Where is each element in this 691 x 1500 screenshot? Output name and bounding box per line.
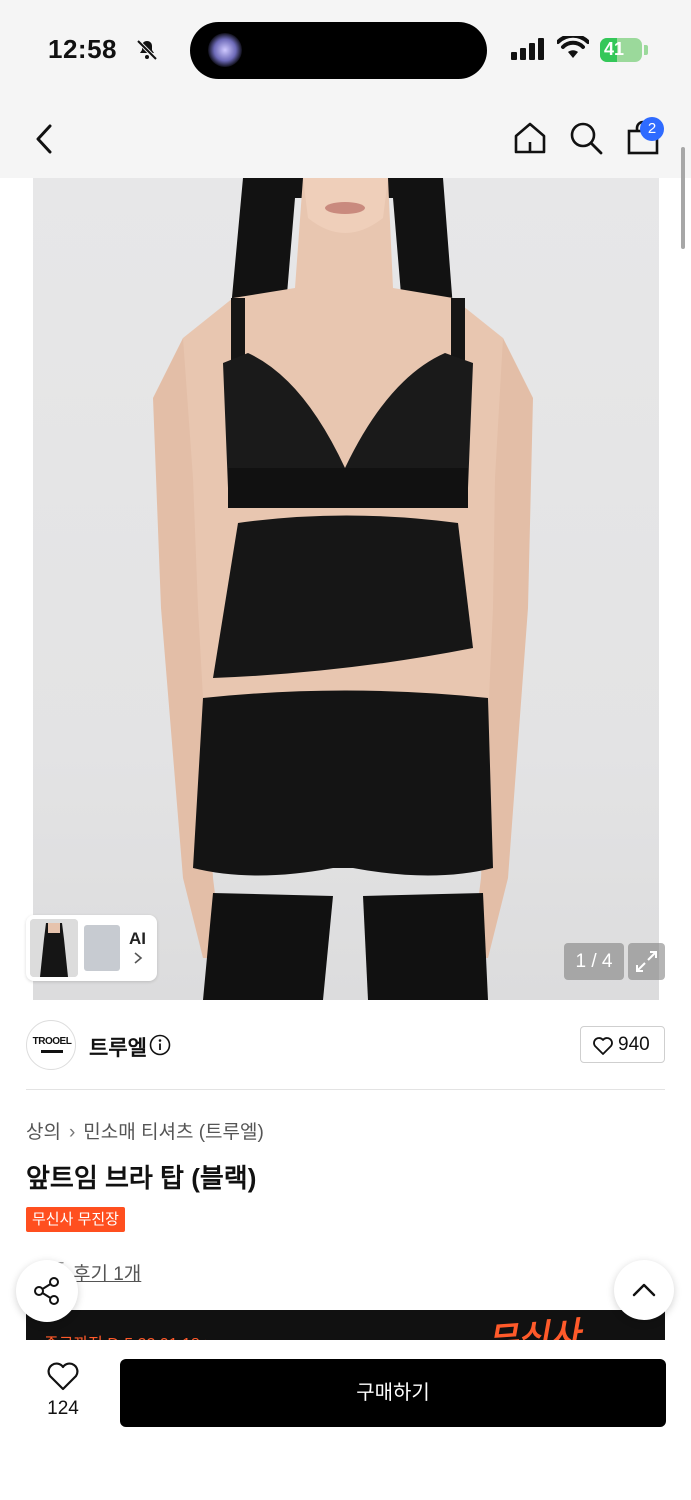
promo-countdown: 종료까지 D-5 22:01:18 > bbox=[44, 1330, 214, 1340]
cart-count-badge: 2 bbox=[640, 117, 664, 141]
promo-banner[interactable]: 종료까지 D-5 22:01:18 > 무신사 bbox=[26, 1310, 665, 1340]
breadcrumb-subcategory[interactable]: 민소매 티셔츠 (트루엘) bbox=[83, 1122, 264, 1143]
product-title: 앞트임 브라 탑 (블랙) bbox=[26, 1163, 257, 1193]
expand-image-button[interactable] bbox=[628, 943, 665, 980]
battery-cap bbox=[644, 45, 648, 55]
brand-logo[interactable]: TROOEL bbox=[26, 1020, 76, 1070]
brand-like-button[interactable]: 940 bbox=[580, 1026, 665, 1063]
wifi-icon bbox=[557, 36, 589, 58]
product-image[interactable] bbox=[33, 178, 659, 1000]
brand-like-count: 940 bbox=[618, 1034, 650, 1055]
brand-name[interactable]: 트루엘 bbox=[89, 1032, 147, 1062]
info-icon[interactable] bbox=[149, 1034, 171, 1056]
exclusive-badge: 무신사 무진장 bbox=[26, 1207, 125, 1232]
dynamic-island bbox=[190, 22, 487, 79]
review-link[interactable]: 후기 1개 bbox=[73, 1259, 141, 1286]
share-icon bbox=[34, 1277, 59, 1305]
promo-brand-mark: 무신사 bbox=[485, 1315, 582, 1340]
bell-muted-icon bbox=[136, 39, 158, 61]
status-bar: 12:58 41 bbox=[0, 0, 691, 100]
share-button[interactable] bbox=[16, 1260, 78, 1322]
flashlight-icon bbox=[208, 33, 242, 67]
image-counter: 1 / 4 bbox=[564, 943, 624, 980]
wishlist-button[interactable]: 124 bbox=[36, 1362, 90, 1426]
chevron-right-icon: › bbox=[68, 1122, 76, 1143]
buy-button[interactable]: 구매하기 bbox=[120, 1359, 666, 1427]
status-time: 12:58 bbox=[48, 34, 117, 64]
heart-icon bbox=[47, 1362, 79, 1391]
brand-logo-text: TROOEL bbox=[32, 1036, 72, 1047]
scrollbar[interactable] bbox=[681, 147, 685, 249]
product-photo bbox=[153, 178, 533, 1000]
heart-icon bbox=[593, 1037, 613, 1055]
bottom-action-bar: 124 구매하기 bbox=[0, 1340, 691, 1500]
ai-thumbnail-image bbox=[30, 919, 78, 977]
breadcrumb: 상의 › 민소매 티셔츠 (트루엘) bbox=[26, 1117, 264, 1144]
expand-icon bbox=[636, 951, 657, 972]
divider bbox=[26, 1089, 665, 1090]
battery-icon: 41 bbox=[600, 38, 642, 62]
battery-level: 41 bbox=[604, 39, 625, 59]
ai-label: AI bbox=[129, 929, 146, 948]
scroll-to-top-button[interactable] bbox=[614, 1260, 674, 1320]
cellular-signal-icon bbox=[511, 38, 544, 60]
chevron-up-icon bbox=[632, 1283, 656, 1297]
ai-styling-thumbnail[interactable]: AI bbox=[26, 915, 157, 981]
wishlist-count: 124 bbox=[47, 1398, 79, 1419]
breadcrumb-category[interactable]: 상의 bbox=[26, 1122, 61, 1143]
top-nav-bar bbox=[0, 100, 691, 178]
back-arrow-icon[interactable] bbox=[30, 120, 60, 158]
chevron-right-icon bbox=[134, 952, 143, 964]
search-icon[interactable] bbox=[568, 120, 604, 156]
ai-thumbnail-secondary bbox=[84, 925, 120, 971]
brand-logo-mark bbox=[41, 1050, 63, 1053]
home-icon[interactable] bbox=[512, 120, 548, 156]
